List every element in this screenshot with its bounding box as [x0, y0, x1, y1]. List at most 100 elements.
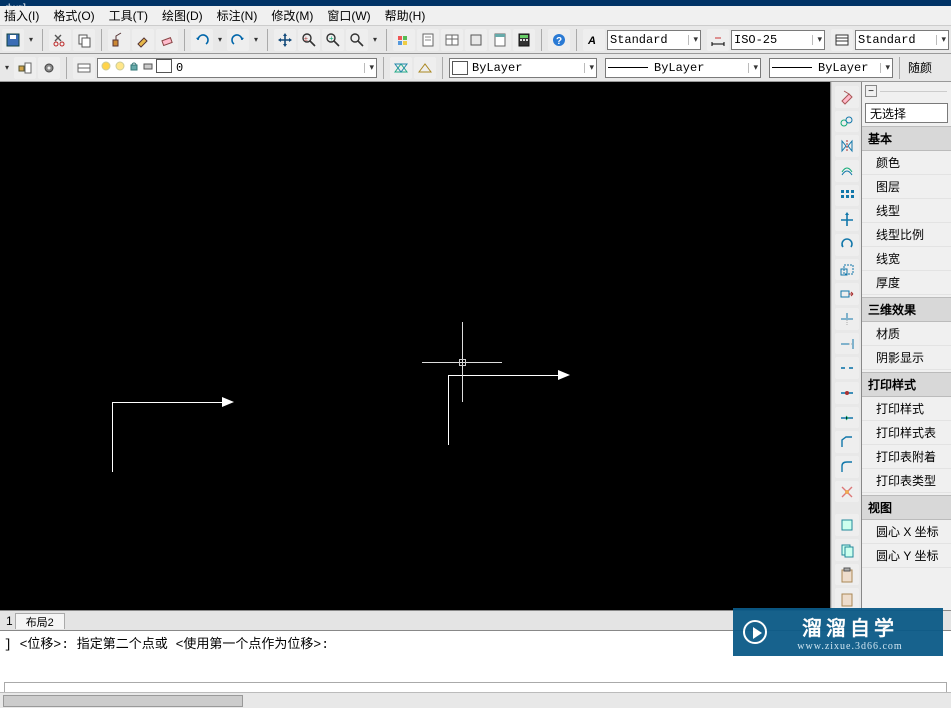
- chevron-down-icon: ▾: [936, 35, 946, 45]
- prop-group-view[interactable]: 视图: [862, 495, 951, 520]
- prop-thickness[interactable]: 厚度: [862, 271, 951, 295]
- tab-fragment[interactable]: 1: [6, 614, 13, 628]
- menu-window[interactable]: 窗口(W): [327, 7, 370, 24]
- cut-clip-button[interactable]: [835, 588, 859, 610]
- zoom-prev-button[interactable]: [346, 29, 368, 51]
- menu-dim[interactable]: 标注(N): [217, 7, 258, 24]
- extend-button[interactable]: [835, 333, 859, 355]
- selection-set-select[interactable]: 无选择: [865, 103, 948, 123]
- zoom-realtime-button[interactable]: ±: [298, 29, 320, 51]
- prop-group-plot[interactable]: 打印样式: [862, 372, 951, 397]
- layer-prev-button[interactable]: [414, 57, 436, 79]
- drawing-canvas[interactable]: [0, 82, 831, 610]
- horizontal-scrollbar[interactable]: [0, 692, 951, 708]
- tool-palette-button[interactable]: [489, 29, 511, 51]
- left-handle[interactable]: ▾: [2, 57, 12, 79]
- layer-iso-button[interactable]: [390, 57, 412, 79]
- table-style-select[interactable]: Standard ▾: [855, 30, 949, 50]
- break-at-point-button[interactable]: [835, 382, 859, 404]
- redo-split-arrow[interactable]: ▾: [251, 29, 261, 51]
- layer-manager-button[interactable]: [393, 29, 415, 51]
- command-input[interactable]: [4, 682, 947, 692]
- collapse-icon[interactable]: −: [865, 85, 877, 97]
- scrollbar-thumb[interactable]: [3, 695, 243, 707]
- plot-button[interactable]: [465, 29, 487, 51]
- break-button[interactable]: [835, 357, 859, 379]
- zoom-split-arrow[interactable]: ▾: [370, 29, 380, 51]
- menu-format[interactable]: 格式(O): [53, 7, 94, 24]
- text-style-icon[interactable]: A: [583, 29, 605, 51]
- prop-group-3d[interactable]: 三维效果: [862, 297, 951, 322]
- prop-plotstyletable[interactable]: 打印样式表: [862, 421, 951, 445]
- cut-button[interactable]: [49, 29, 71, 51]
- menu-help[interactable]: 帮助(H): [385, 7, 426, 24]
- copy-clip-button[interactable]: [835, 539, 859, 561]
- help-button[interactable]: ?: [548, 29, 570, 51]
- copy-obj-button[interactable]: [835, 111, 859, 133]
- tab-layout2[interactable]: 布局2: [15, 613, 65, 629]
- fillet-button[interactable]: [835, 456, 859, 478]
- prop-layer[interactable]: 图层: [862, 175, 951, 199]
- prop-color[interactable]: 颜色: [862, 151, 951, 175]
- copy-button[interactable]: [73, 29, 95, 51]
- save-split-arrow[interactable]: ▾: [26, 29, 36, 51]
- prop-material[interactable]: 材质: [862, 322, 951, 346]
- eraser-button[interactable]: [156, 29, 178, 51]
- undo-button[interactable]: [191, 29, 213, 51]
- mirror-button[interactable]: [835, 135, 859, 157]
- chamfer-button[interactable]: [835, 431, 859, 453]
- prop-shadow[interactable]: 阴影显示: [862, 346, 951, 370]
- chevron-down-icon: ▾: [584, 63, 594, 73]
- play-icon: [743, 620, 767, 644]
- prop-plotattach[interactable]: 打印表附着: [862, 445, 951, 469]
- prop-plotstyle[interactable]: 打印样式: [862, 397, 951, 421]
- sheet-button[interactable]: [417, 29, 439, 51]
- region-button[interactable]: [835, 514, 859, 536]
- join-button[interactable]: [835, 407, 859, 429]
- menu-tools[interactable]: 工具(T): [109, 7, 148, 24]
- stretch-button[interactable]: [835, 283, 859, 305]
- erase-button[interactable]: [835, 86, 859, 108]
- zoom-window-button[interactable]: +: [322, 29, 344, 51]
- scale-button[interactable]: [835, 259, 859, 281]
- array-button[interactable]: [835, 185, 859, 207]
- prop-center-x[interactable]: 圆心 X 坐标: [862, 520, 951, 544]
- prop-lineweight[interactable]: 线宽: [862, 247, 951, 271]
- layer-select[interactable]: 0 ▾: [97, 58, 377, 78]
- prop-linetype[interactable]: 线型: [862, 199, 951, 223]
- offset-button[interactable]: [835, 160, 859, 182]
- prop-ltscale[interactable]: 线型比例: [862, 223, 951, 247]
- menu-draw[interactable]: 绘图(D): [162, 7, 203, 24]
- save-button[interactable]: [2, 29, 24, 51]
- layer-state-button[interactable]: [73, 57, 95, 79]
- paint-button[interactable]: [132, 29, 154, 51]
- toolbar-layers: ▾ 0 ▾ ByLayer ▾ ByLayer ▾ ByLayer ▾ 随颜: [0, 54, 951, 82]
- table-button[interactable]: [441, 29, 463, 51]
- layer-prop-button[interactable]: [14, 57, 36, 79]
- trim-button[interactable]: [835, 308, 859, 330]
- pan-button[interactable]: [274, 29, 296, 51]
- paste-clip-button[interactable]: [835, 564, 859, 586]
- color-select[interactable]: ByLayer ▾: [449, 58, 597, 78]
- move-button[interactable]: [835, 209, 859, 231]
- gear-icon[interactable]: [38, 57, 60, 79]
- dim-style-select[interactable]: ISO-25 ▾: [731, 30, 825, 50]
- prop-plottype[interactable]: 打印表类型: [862, 469, 951, 493]
- text-style-select[interactable]: Standard ▾: [607, 30, 701, 50]
- redo-button[interactable]: [227, 29, 249, 51]
- prop-center-y[interactable]: 圆心 Y 坐标: [862, 544, 951, 568]
- drawn-line: [448, 375, 449, 445]
- menu-modify[interactable]: 修改(M): [271, 7, 313, 24]
- explode-button[interactable]: [835, 481, 859, 503]
- prop-group-basic[interactable]: 基本: [862, 126, 951, 151]
- undo-split-arrow[interactable]: ▾: [215, 29, 225, 51]
- match-prop-button[interactable]: [108, 29, 130, 51]
- menu-insert[interactable]: 插入(I): [4, 7, 39, 24]
- dim-style-icon[interactable]: [707, 29, 729, 51]
- calculator-button[interactable]: [513, 29, 535, 51]
- lineweight-select[interactable]: ByLayer ▾: [769, 58, 893, 78]
- linetype-select[interactable]: ByLayer ▾: [605, 58, 761, 78]
- rotate-button[interactable]: [835, 234, 859, 256]
- extra-btn[interactable]: 随颜: [906, 59, 934, 76]
- table-style-icon[interactable]: [831, 29, 853, 51]
